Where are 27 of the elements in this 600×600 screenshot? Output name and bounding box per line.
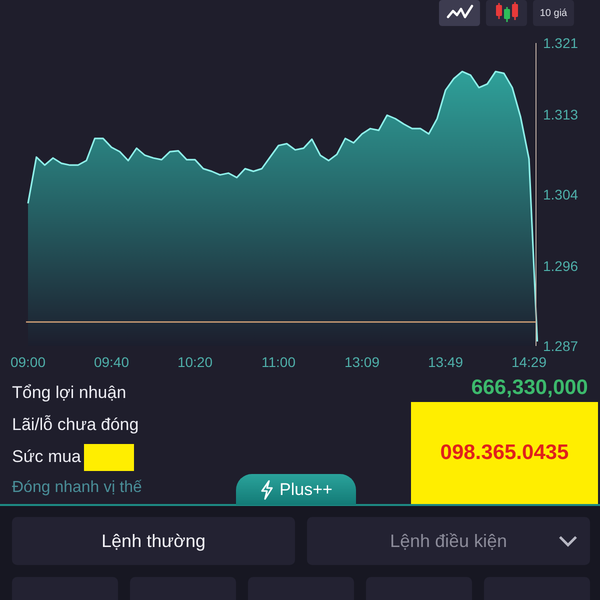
time-tick-label: 13:09: [344, 354, 380, 370]
price-tick-label: 1.304: [543, 186, 578, 202]
field-label: Sức mua: [12, 447, 82, 467]
candlestick-button[interactable]: [486, 0, 527, 26]
price-tick-label: 1.296: [543, 258, 578, 274]
price-tick-label: 1.321: [543, 35, 578, 51]
price-tick-label: 1.313: [543, 106, 578, 122]
candlestick-icon: [494, 2, 520, 24]
time-tick-label: 11:00: [262, 354, 296, 370]
price-tick-label: 1.287: [543, 338, 578, 354]
order-type-tab[interactable]: Lệnh thường: [12, 517, 295, 565]
chevron-down-icon: [558, 535, 578, 547]
time-tick-label: 10:20: [177, 354, 213, 370]
phone-number-banner: 098.365.0435: [411, 402, 598, 504]
field-label: Tổng lợi nhuận: [12, 383, 126, 403]
time-tick-label: 14:29: [511, 354, 547, 370]
time-tick-label: 13:49: [428, 354, 464, 370]
price-levels-button[interactable]: 10 giá: [533, 0, 574, 26]
profit-value: 666,330,000: [471, 376, 589, 400]
order-type-tab[interactable]: Lệnh điều kiện: [307, 517, 590, 565]
line-chart-button[interactable]: [439, 0, 480, 26]
plus-tab[interactable]: Plus++: [236, 474, 356, 505]
time-tick-label: 09:00: [10, 354, 46, 370]
time-tick-label: 09:40: [94, 354, 130, 370]
lightning-icon: [260, 480, 274, 500]
field-label: Lãi/lỗ chưa đóng: [12, 415, 139, 435]
quick-close-link[interactable]: Đóng nhanh vị thế: [12, 473, 142, 503]
